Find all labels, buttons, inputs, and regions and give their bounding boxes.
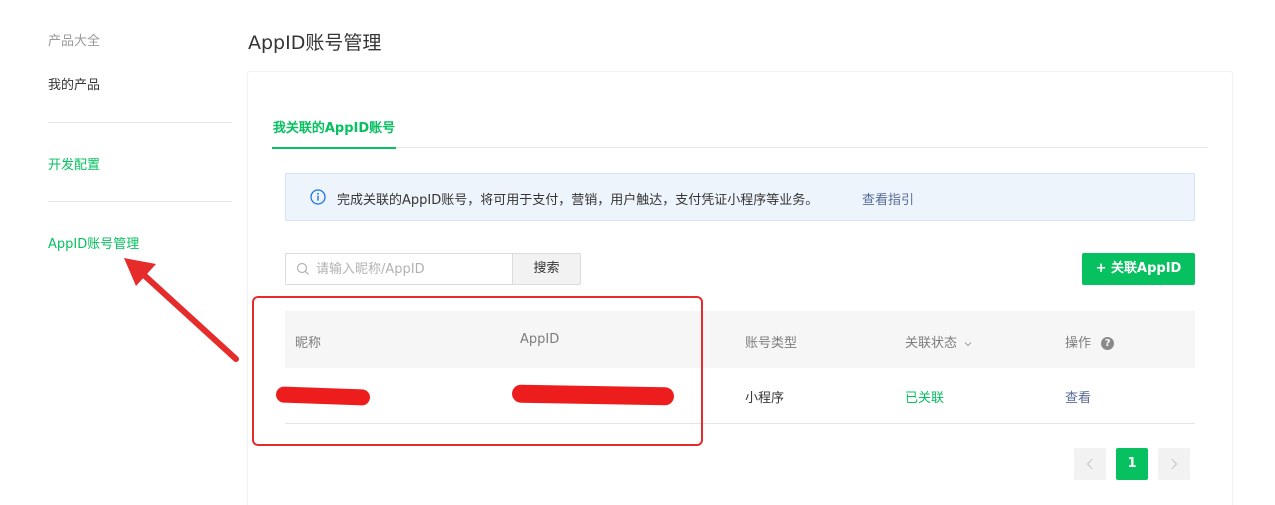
info-circle-icon: [310, 189, 326, 205]
column-header-actions: 操作 ?: [1065, 332, 1115, 351]
notice-text: 完成关联的AppID账号，将可用于支付，营销，用户触达，支付凭证小程序等业务。: [337, 193, 819, 208]
search-icon: [296, 262, 309, 275]
info-notice: 完成关联的AppID账号，将可用于支付，营销，用户触达，支付凭证小程序等业务。 …: [285, 173, 1195, 221]
chevron-right-icon: [1171, 458, 1178, 470]
search-bar: 搜索: [285, 253, 581, 285]
tab-bar: 我关联的AppID账号: [272, 104, 1208, 149]
annotation-highlight-box: [252, 296, 703, 446]
column-header-account-type: 账号类型: [745, 336, 798, 351]
sidebar-divider: [48, 122, 232, 123]
page-title: AppID账号管理: [248, 32, 382, 54]
sidebar-divider: [48, 201, 232, 202]
view-guide-link[interactable]: 查看指引: [862, 189, 914, 208]
column-header-link-status-label: 关联状态: [905, 336, 958, 351]
sidebar-item-my-products[interactable]: 我的产品: [48, 74, 100, 93]
sidebar: 产品大全 我的产品 开发配置 AppID账号管理: [0, 0, 248, 505]
search-input[interactable]: [316, 254, 506, 284]
cell-link-status: 已关联: [905, 391, 945, 406]
sidebar-section-title: 产品大全: [48, 34, 101, 49]
sidebar-item-appid-management[interactable]: AppID账号管理: [48, 233, 139, 252]
column-header-link-status[interactable]: 关联状态: [905, 332, 972, 351]
search-input-wrapper: [285, 253, 512, 285]
page-number-button[interactable]: 1: [1116, 448, 1148, 480]
link-appid-button[interactable]: + 关联AppID: [1082, 253, 1195, 285]
column-header-actions-label: 操作: [1065, 336, 1092, 351]
chevron-down-icon: [964, 341, 972, 346]
search-button[interactable]: 搜索: [512, 253, 581, 285]
question-circle-icon[interactable]: ?: [1101, 337, 1115, 350]
view-link[interactable]: 查看: [1065, 387, 1091, 406]
cell-account-type: 小程序: [745, 391, 785, 406]
sidebar-item-dev-config[interactable]: 开发配置: [48, 154, 100, 173]
chevron-left-icon: [1086, 458, 1093, 470]
next-page-button[interactable]: [1158, 448, 1190, 480]
prev-page-button[interactable]: [1074, 448, 1106, 480]
tab-linked-appids[interactable]: 我关联的AppID账号: [272, 117, 396, 149]
